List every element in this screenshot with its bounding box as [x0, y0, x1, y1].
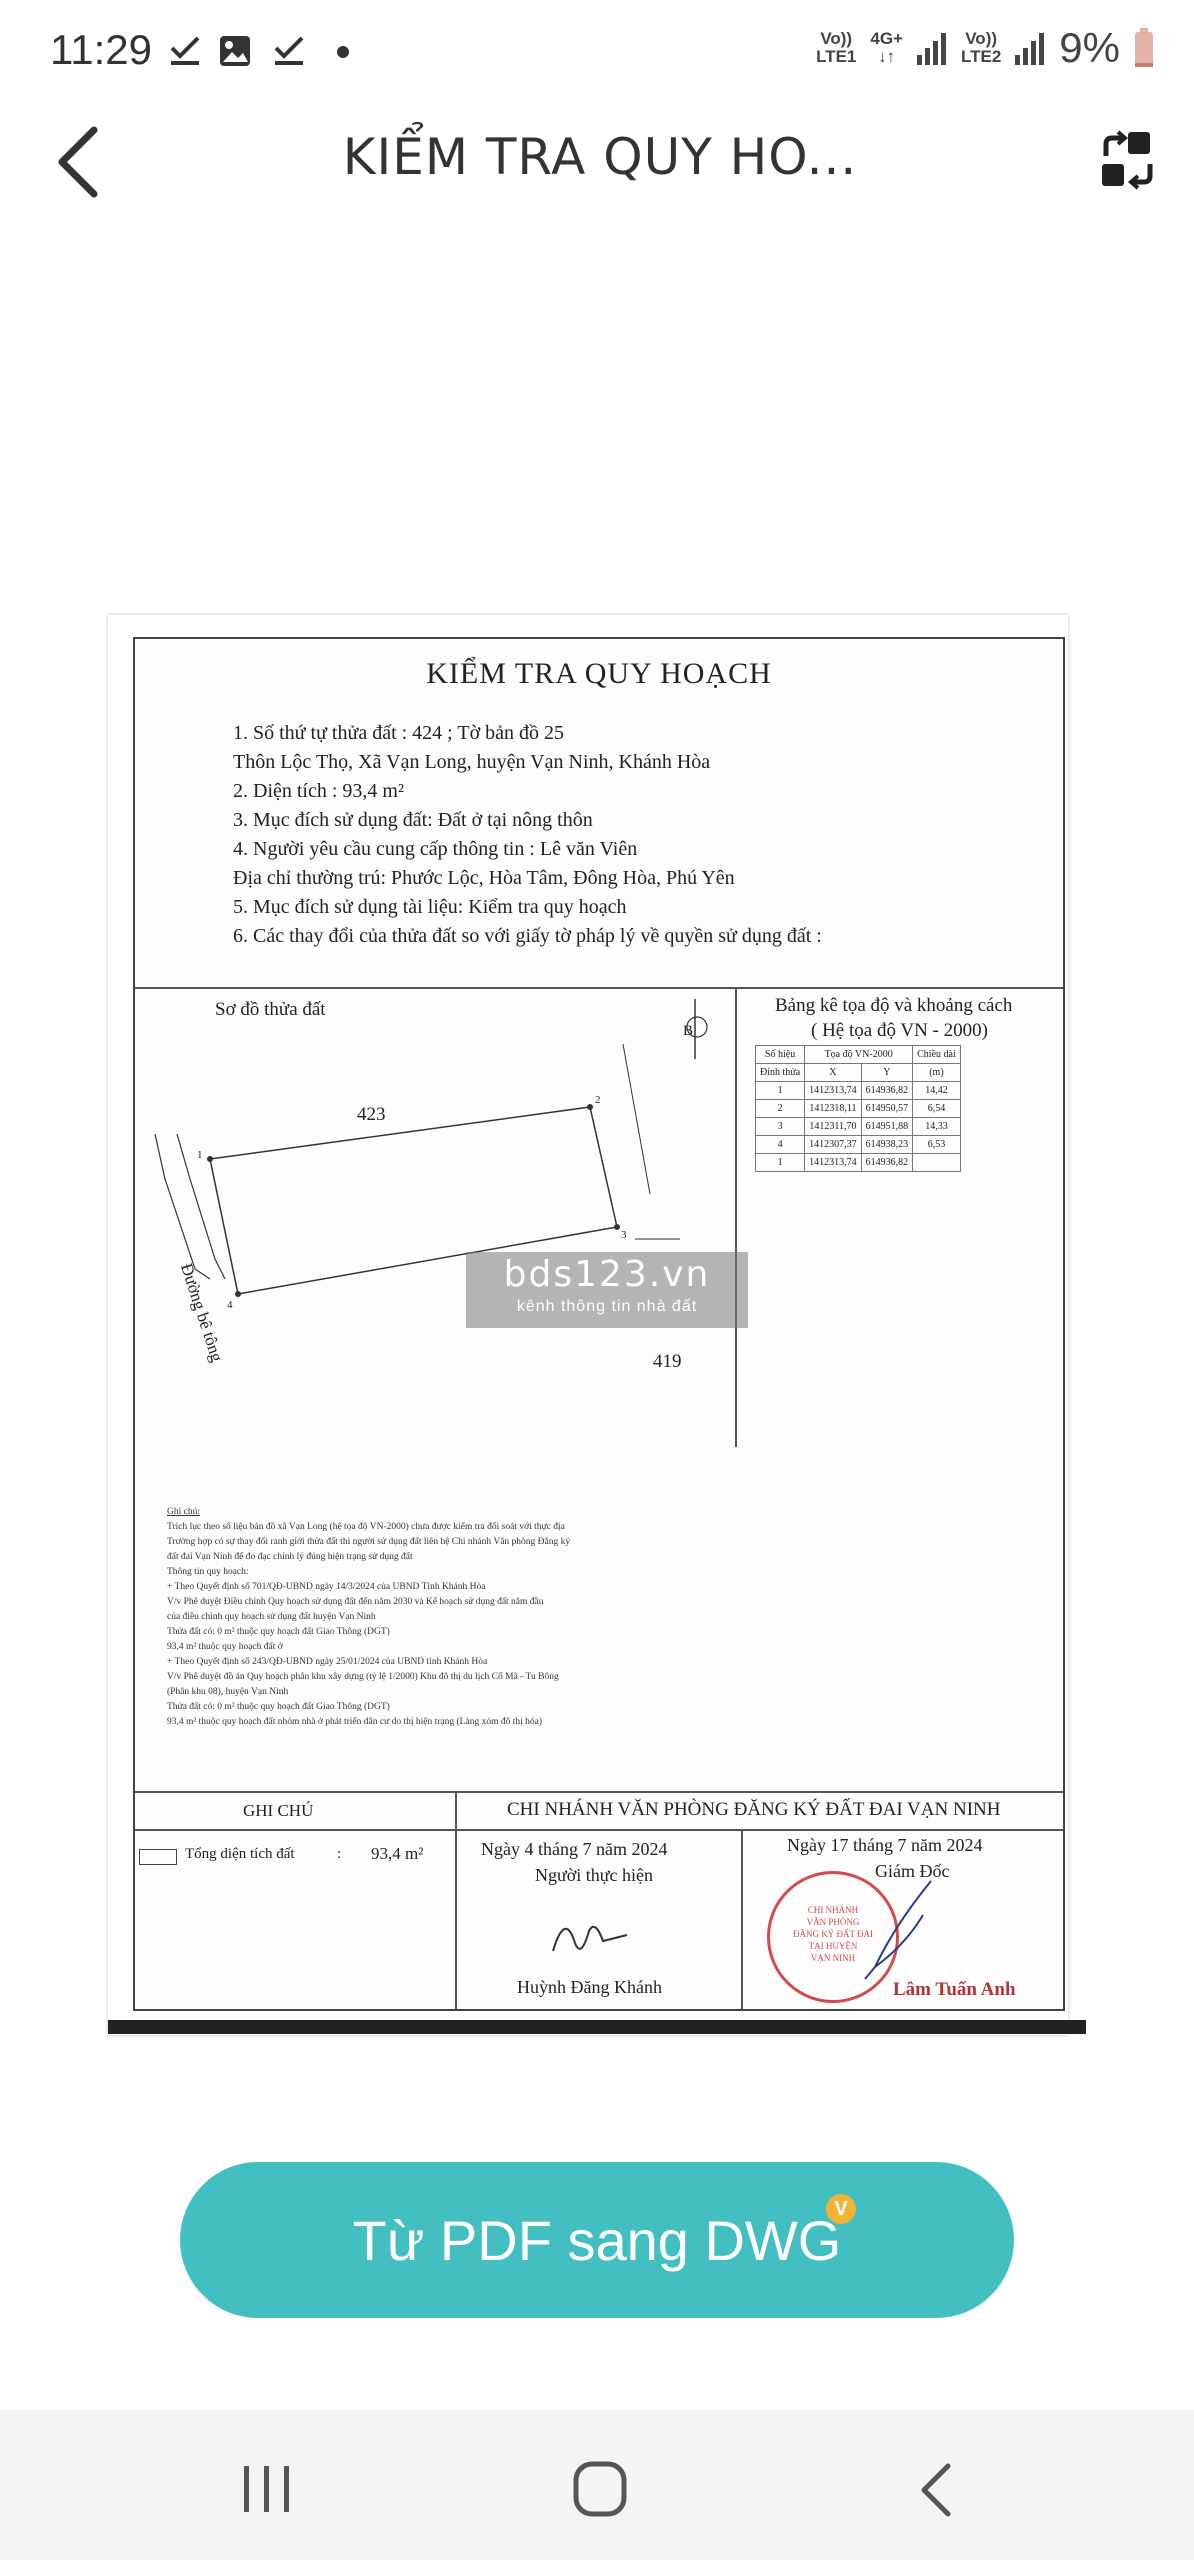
status-time: 11:29: [50, 26, 152, 73]
network-type: 4G+ ↓↑: [870, 29, 903, 66]
pdf-to-dwg-button[interactable]: Từ PDF sang DWG: [180, 2162, 1014, 2318]
parcel-label-423: 423: [357, 1104, 386, 1125]
date-1: Ngày 4 tháng 7 năm 2024: [481, 1839, 668, 1859]
total-label: Tổng diện tích đất: [185, 1846, 295, 1862]
divider: [135, 1829, 1063, 1831]
pdf-to-dwg-label: Từ PDF sang DWG: [352, 2208, 842, 2272]
signal-icon: [1015, 33, 1045, 65]
watermark: bds123.vn kênh thông tin nhà đất: [466, 1252, 748, 1328]
table-row: 1 1412313,74 614936,82 14,42: [754, 1081, 961, 1100]
vertex-label: 4: [227, 1299, 233, 1311]
signal-icon: [916, 33, 946, 65]
vertex-label: 1: [197, 1149, 203, 1161]
total-colon: :: [337, 1846, 342, 1862]
info-line: 1. Số thứ tự thửa đất : 424 ; Tờ bản đồ …: [233, 722, 565, 744]
battery-icon: [1135, 28, 1153, 67]
footer-ghi-chu: GHI CHÚ: [243, 1801, 314, 1820]
divider: [735, 987, 737, 1447]
vip-badge-icon: V: [826, 2194, 856, 2224]
vertex-label: 3: [621, 1229, 627, 1241]
person1-name: Huỳnh Đăng Khánh: [517, 1977, 662, 1997]
status-right: Vo)) LTE1 4G+ ↓↑ Vo)) LTE2 9%: [816, 24, 1154, 72]
divider: [135, 1791, 1063, 1793]
info-line: 5. Mục đích sử dụng tài liệu: Kiểm tra q…: [233, 896, 627, 918]
table-row: 1 1412313,74 614936,82: [754, 1153, 961, 1172]
page-title: KIỂM TRA QUY HO...: [342, 128, 858, 186]
table-row: 3 1412311,70 614951,88 14,33: [754, 1117, 961, 1136]
person2-name: Lâm Tuấn Anh: [893, 1979, 1016, 2000]
network-lte2: Vo)) LTE2: [960, 29, 1002, 66]
table-row: 2 1412318,11 614950,57 6,54: [754, 1099, 961, 1118]
check-download-icon: [274, 36, 304, 65]
back-icon[interactable]: [914, 2460, 958, 2520]
dot-icon: [337, 46, 349, 58]
document-info: 1. Số thứ tự thửa đất : 424 ; Tờ bản đồ …: [233, 719, 822, 951]
coords-subtitle: ( Hệ tọa độ VN - 2000): [811, 1020, 988, 1041]
date-2: Ngày 17 tháng 7 năm 2024: [787, 1835, 983, 1855]
info-line: 6. Các thay đổi của thửa đất so với giấy…: [233, 925, 822, 947]
info-line: 3. Mục đích sử dụng đất: Đất ở tại nông …: [233, 809, 593, 831]
planning-notes: Ghi chú: Trích lục theo số liệu bản đồ x…: [167, 1507, 571, 1727]
recent-apps-icon[interactable]: [240, 2464, 294, 2514]
parcel-label-419: 419: [653, 1351, 682, 1372]
total-value: 93,4 m²: [371, 1844, 424, 1863]
network-lte1: Vo)) LTE1: [816, 29, 857, 66]
parcel-map: [154, 999, 708, 1297]
north-marker: B: [683, 1023, 694, 1039]
convert-icon[interactable]: [1098, 130, 1158, 190]
coords-title: Bảng kê tọa độ và khoảng cách: [775, 995, 1013, 1016]
document-title: KIỂM TRA QUY HOẠCH: [426, 657, 772, 690]
check-download-icon: [170, 36, 200, 65]
coords-table: Số hiệu Tọa độ VN-2000 Chiều dài Đỉnh thửa…: [754, 1045, 961, 1172]
divider: [741, 1829, 743, 2009]
footer-office: CHI NHÁNH VĂN PHÒNG ĐĂNG KÝ ĐẤT ĐAI VẠN …: [507, 1799, 1001, 1820]
signature-1: [552, 1925, 628, 1952]
home-icon[interactable]: [572, 2460, 628, 2518]
info-line: Địa chỉ thường trú: Phước Lộc, Hòa Tâm, …: [233, 867, 735, 889]
info-line: 2. Diện tích : 93,4 m²: [233, 780, 404, 802]
info-line: 4. Người yêu cầu cung cấp thông tin : Lê…: [233, 838, 638, 860]
table-row: 4 1412307,37 614938,23 6,53: [754, 1135, 961, 1154]
vertex-label: 2: [595, 1094, 601, 1106]
image-icon: [220, 36, 250, 66]
info-line: Thôn Lộc Thọ, Xã Vạn Long, huyện Vạn Nin…: [233, 751, 711, 773]
signature-2: [864, 1880, 932, 1980]
person1-role: Người thực hiện: [535, 1865, 654, 1885]
divider: [455, 1791, 457, 2009]
back-arrow-icon[interactable]: [50, 122, 110, 202]
legend-box: [139, 1849, 177, 1865]
document-edge: [108, 2020, 1086, 2034]
battery-percent: 9%: [1059, 24, 1120, 71]
